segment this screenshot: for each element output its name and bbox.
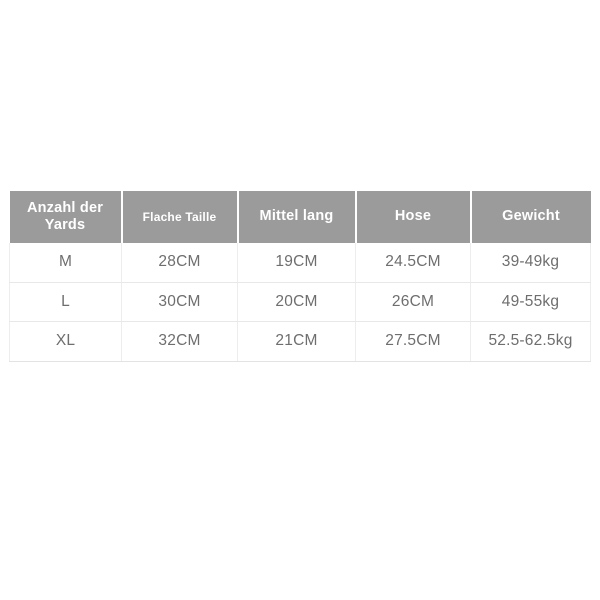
cell-pants: 27.5CM (355, 321, 471, 362)
cell-size: M (9, 243, 122, 283)
cell-weight: 52.5-62.5kg (470, 321, 591, 362)
column-header-flat-waist: Flache Taille (121, 191, 239, 243)
table-header: Anzahl der Yards Flache Taille Mittel la… (9, 191, 591, 243)
cell-pants: 26CM (355, 282, 471, 323)
column-header-pants: Hose (355, 191, 472, 243)
cell-flat-waist: 32CM (121, 321, 238, 362)
cell-middle-length: 19CM (237, 243, 356, 283)
size-chart-table: Anzahl der Yards Flache Taille Mittel la… (9, 191, 591, 362)
cell-weight: 49-55kg (470, 282, 591, 323)
cell-middle-length: 21CM (237, 321, 356, 362)
cell-size: XL (9, 321, 122, 362)
cell-weight: 39-49kg (470, 243, 591, 283)
cell-size: L (9, 282, 122, 323)
table-row: XL 32CM 21CM 27.5CM 52.5-62.5kg (9, 321, 591, 362)
column-header-middle-length: Mittel lang (237, 191, 357, 243)
table-body: M 28CM 19CM 24.5CM 39-49kg L 30CM 20CM 2… (9, 243, 591, 362)
cell-flat-waist: 28CM (121, 243, 238, 283)
column-header-yards: Anzahl der Yards (9, 191, 123, 243)
cell-pants: 24.5CM (355, 243, 471, 283)
table-header-row: Anzahl der Yards Flache Taille Mittel la… (9, 191, 591, 243)
table-row: M 28CM 19CM 24.5CM 39-49kg (9, 243, 591, 283)
cell-flat-waist: 30CM (121, 282, 238, 323)
column-header-weight: Gewicht (502, 208, 560, 225)
table-row: L 30CM 20CM 26CM 49-55kg (9, 282, 591, 323)
cell-middle-length: 20CM (237, 282, 356, 323)
